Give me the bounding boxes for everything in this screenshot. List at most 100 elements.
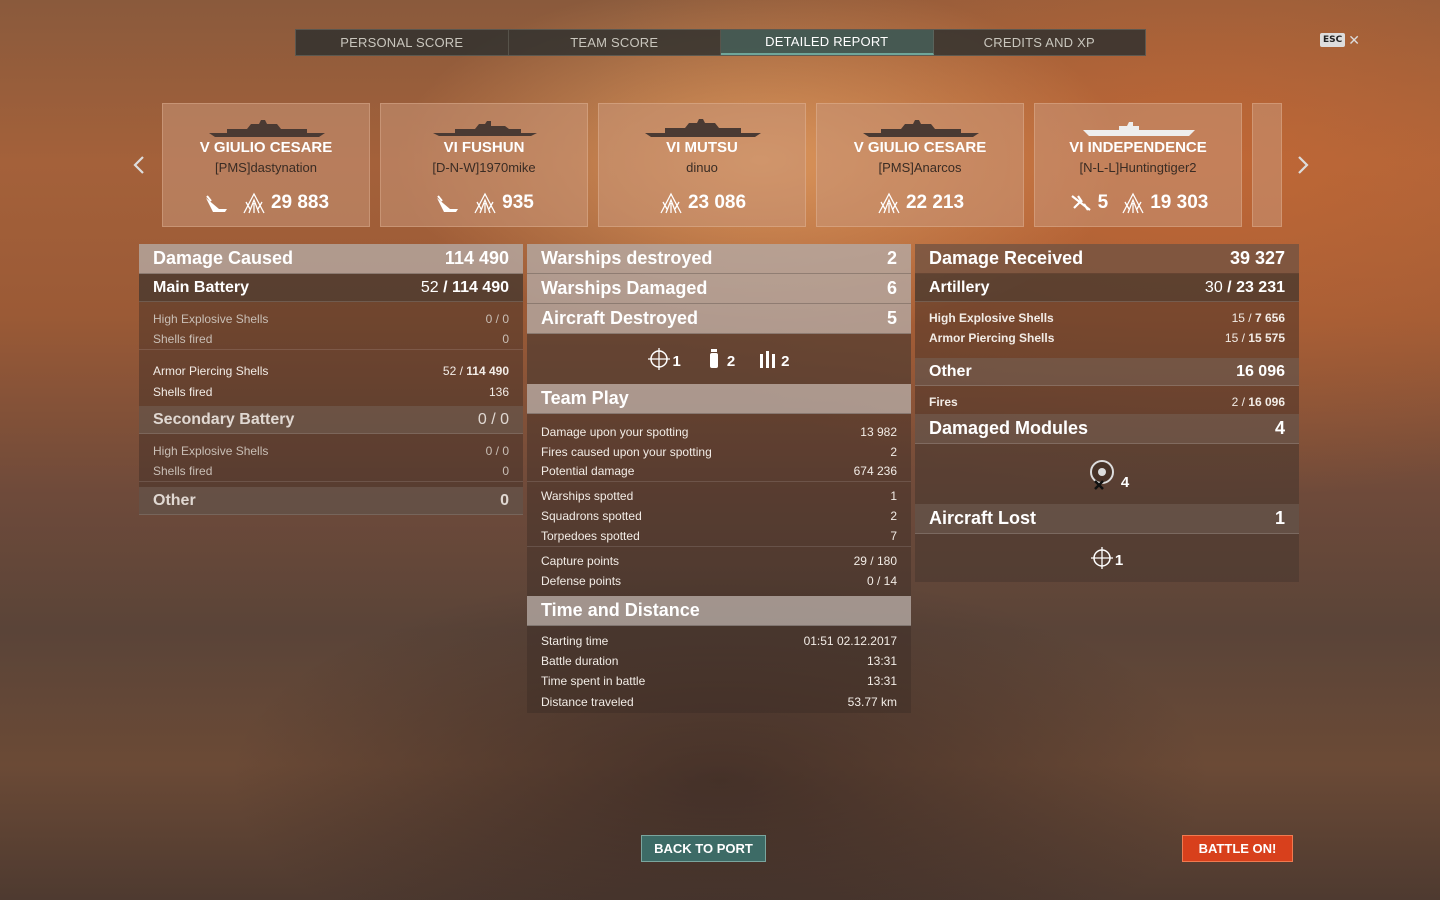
warships-destroyed-label: Warships destroyed bbox=[541, 248, 713, 268]
ship-sunk-stat bbox=[203, 192, 229, 214]
secondary-kill-count: 2 bbox=[726, 353, 736, 370]
tp-row: Potential damage 674 236 bbox=[527, 461, 911, 482]
player-name: [D-N-W]1970mike bbox=[432, 160, 536, 175]
tp-label: Capture points bbox=[541, 554, 620, 568]
battle-stats-panel: Warships destroyed 2 Warships Damaged 6 … bbox=[527, 244, 911, 713]
ship-card[interactable]: V GIULIO CESARE [PMS]dastynation 29 883 bbox=[162, 103, 370, 227]
back-to-port-button[interactable]: BACK TO PORT bbox=[641, 835, 766, 862]
ship-name: V GIULIO CESARE bbox=[853, 139, 987, 156]
mb-he-fired-row: Shells fired 0 bbox=[139, 329, 523, 350]
battle-on-button[interactable]: BATTLE ON! bbox=[1182, 835, 1293, 862]
td-row: Distance traveled 53.77 km bbox=[527, 691, 911, 713]
tp-label: Squadrons spotted bbox=[541, 509, 642, 523]
aa-crosshair-icon bbox=[1090, 547, 1113, 569]
chevron-right-icon bbox=[1298, 156, 1309, 174]
td-value: 53.77 km bbox=[847, 695, 897, 709]
carrier-silhouette-icon bbox=[1083, 122, 1195, 136]
esc-key-label: ESC bbox=[1320, 33, 1346, 47]
ship-name: V GIULIO CESARE bbox=[199, 139, 333, 156]
secondary-battery-row: Secondary Battery 0 / 0 bbox=[139, 406, 523, 434]
art-ap-hits: 15 bbox=[1224, 331, 1239, 345]
main-battery-row: Main Battery 52 / 114 490 bbox=[139, 274, 523, 302]
tp-label: Fires caused upon your spotting bbox=[541, 444, 712, 459]
damage-received-panel: Damage Received 39 327 Artillery 30 / 23… bbox=[915, 244, 1299, 582]
battleship-silhouette-icon bbox=[863, 120, 979, 137]
td-row: Starting time 01:51 02.12.2017 bbox=[527, 631, 911, 651]
sb-he-fired-value: 0 bbox=[502, 464, 509, 478]
sb-he-fired-row: Shells fired 0 bbox=[139, 461, 523, 482]
tp-row: Fires caused upon your spotting 2 bbox=[527, 442, 911, 461]
close-button[interactable]: ESC ✕ bbox=[1320, 33, 1360, 47]
tab-team-score[interactable]: TEAM SCORE bbox=[509, 30, 721, 55]
damaged-module-stat: 4 bbox=[1085, 457, 1129, 491]
mb-he-label: High Explosive Shells bbox=[153, 311, 269, 326]
td-value: 13:31 bbox=[866, 674, 897, 688]
damage-value: 19 303 bbox=[1150, 192, 1209, 213]
ship-name: VI MUTSU bbox=[666, 139, 738, 156]
main-battery-kill-count: 2 bbox=[781, 353, 790, 370]
sb-he-label: High Explosive Shells bbox=[153, 443, 269, 458]
fires-row: Fires 2 / 16 096 bbox=[929, 395, 1285, 409]
warships-damaged-value: 6 bbox=[886, 278, 897, 298]
tp-row: Torpedoes spotted 7 bbox=[527, 526, 911, 547]
secondary-shell-icon bbox=[709, 349, 718, 368]
other-row: Other 0 bbox=[139, 487, 523, 515]
damage-stat: 22 213 bbox=[876, 192, 964, 214]
main-battery-hits: 52 bbox=[420, 278, 439, 296]
main-battery-value: 114 490 bbox=[452, 278, 509, 296]
ship-name: VI INDEPENDENCE bbox=[1069, 139, 1207, 156]
damage-burst-icon bbox=[1122, 192, 1144, 214]
aircraft-lost-stat: 1 bbox=[1090, 547, 1124, 569]
mb-ap-fired-label: Shells fired bbox=[153, 384, 213, 399]
secondary-battery-value: 0 / 0 bbox=[477, 410, 509, 428]
carousel-next-button[interactable] bbox=[1295, 150, 1311, 180]
damage-value: 935 bbox=[502, 192, 534, 213]
tp-row: Capture points 29 / 180 bbox=[527, 551, 911, 571]
tp-label: Defense points bbox=[541, 574, 622, 588]
warships-damaged-row: Warships Damaged 6 bbox=[527, 274, 911, 304]
tp-label: Warships spotted bbox=[541, 489, 634, 503]
warships-destroyed-row: Warships destroyed 2 bbox=[527, 244, 911, 274]
td-label: Distance traveled bbox=[541, 695, 634, 709]
damage-received-header: Damage Received 39 327 bbox=[915, 244, 1299, 274]
ship-card[interactable]: VI FUSHUN [D-N-W]1970mike 935 bbox=[380, 103, 588, 227]
td-label: Battle duration bbox=[541, 654, 619, 668]
art-ap-label: Armor Piercing Shells bbox=[929, 331, 1055, 345]
tp-row: Squadrons spotted 2 bbox=[527, 506, 911, 526]
td-value: 13:31 bbox=[866, 654, 897, 668]
report-tabs: PERSONAL SCORE TEAM SCORE DETAILED REPOR… bbox=[295, 29, 1146, 56]
ship-card[interactable]: VI MUTSU dinuo 23 086 bbox=[598, 103, 806, 227]
damage-caused-label: Damage Caused bbox=[153, 248, 294, 268]
sunk-ship-icon bbox=[205, 195, 227, 212]
mb-ap-label: Armor Piercing Shells bbox=[153, 363, 269, 378]
sunk-ship-icon bbox=[437, 195, 459, 212]
damaged-modules-label: Damaged Modules bbox=[929, 418, 1089, 438]
mb-he-fired-label: Shells fired bbox=[153, 332, 213, 346]
damage-caused-header: Damage Caused 114 490 bbox=[139, 244, 523, 274]
fires-label: Fires bbox=[929, 395, 958, 409]
carousel-prev-button[interactable] bbox=[131, 150, 147, 180]
damage-stat: 935 bbox=[472, 192, 534, 214]
damage-value: 29 883 bbox=[270, 192, 330, 213]
ship-card-partial[interactable] bbox=[1252, 103, 1282, 227]
tp-value: 674 236 bbox=[853, 464, 897, 478]
art-ap-value: 15 575 bbox=[1248, 331, 1285, 345]
ship-card[interactable]: V GIULIO CESARE [PMS]Anarcos 22 213 bbox=[816, 103, 1024, 227]
tab-credits-and-xp[interactable]: CREDITS AND XP bbox=[934, 30, 1146, 55]
secondary-kill-stat: 2 bbox=[703, 348, 735, 370]
ship-card[interactable]: VI INDEPENDENCE [N-L-L]Huntingtiger2 5 1… bbox=[1034, 103, 1242, 227]
damage-value: 23 086 bbox=[687, 192, 747, 213]
tab-detailed-report[interactable]: DETAILED REPORT bbox=[721, 30, 934, 55]
td-row: Time spent in battle 13:31 bbox=[527, 671, 911, 691]
player-name: [PMS]dastynation bbox=[215, 160, 317, 175]
aa-kill-count: 1 bbox=[672, 353, 681, 370]
close-icon: ✕ bbox=[1348, 32, 1360, 48]
team-play-label: Team Play bbox=[541, 388, 629, 408]
tp-row: Defense points 0 / 14 bbox=[527, 571, 911, 591]
artillery-label: Artillery bbox=[929, 278, 990, 296]
aircraft-lost-count: 1 bbox=[1114, 552, 1124, 569]
time-distance-label: Time and Distance bbox=[541, 600, 700, 620]
warships-damaged-label: Warships Damaged bbox=[541, 278, 708, 298]
tab-personal-score[interactable]: PERSONAL SCORE bbox=[296, 30, 509, 55]
kills-value: 5 bbox=[1097, 192, 1109, 213]
